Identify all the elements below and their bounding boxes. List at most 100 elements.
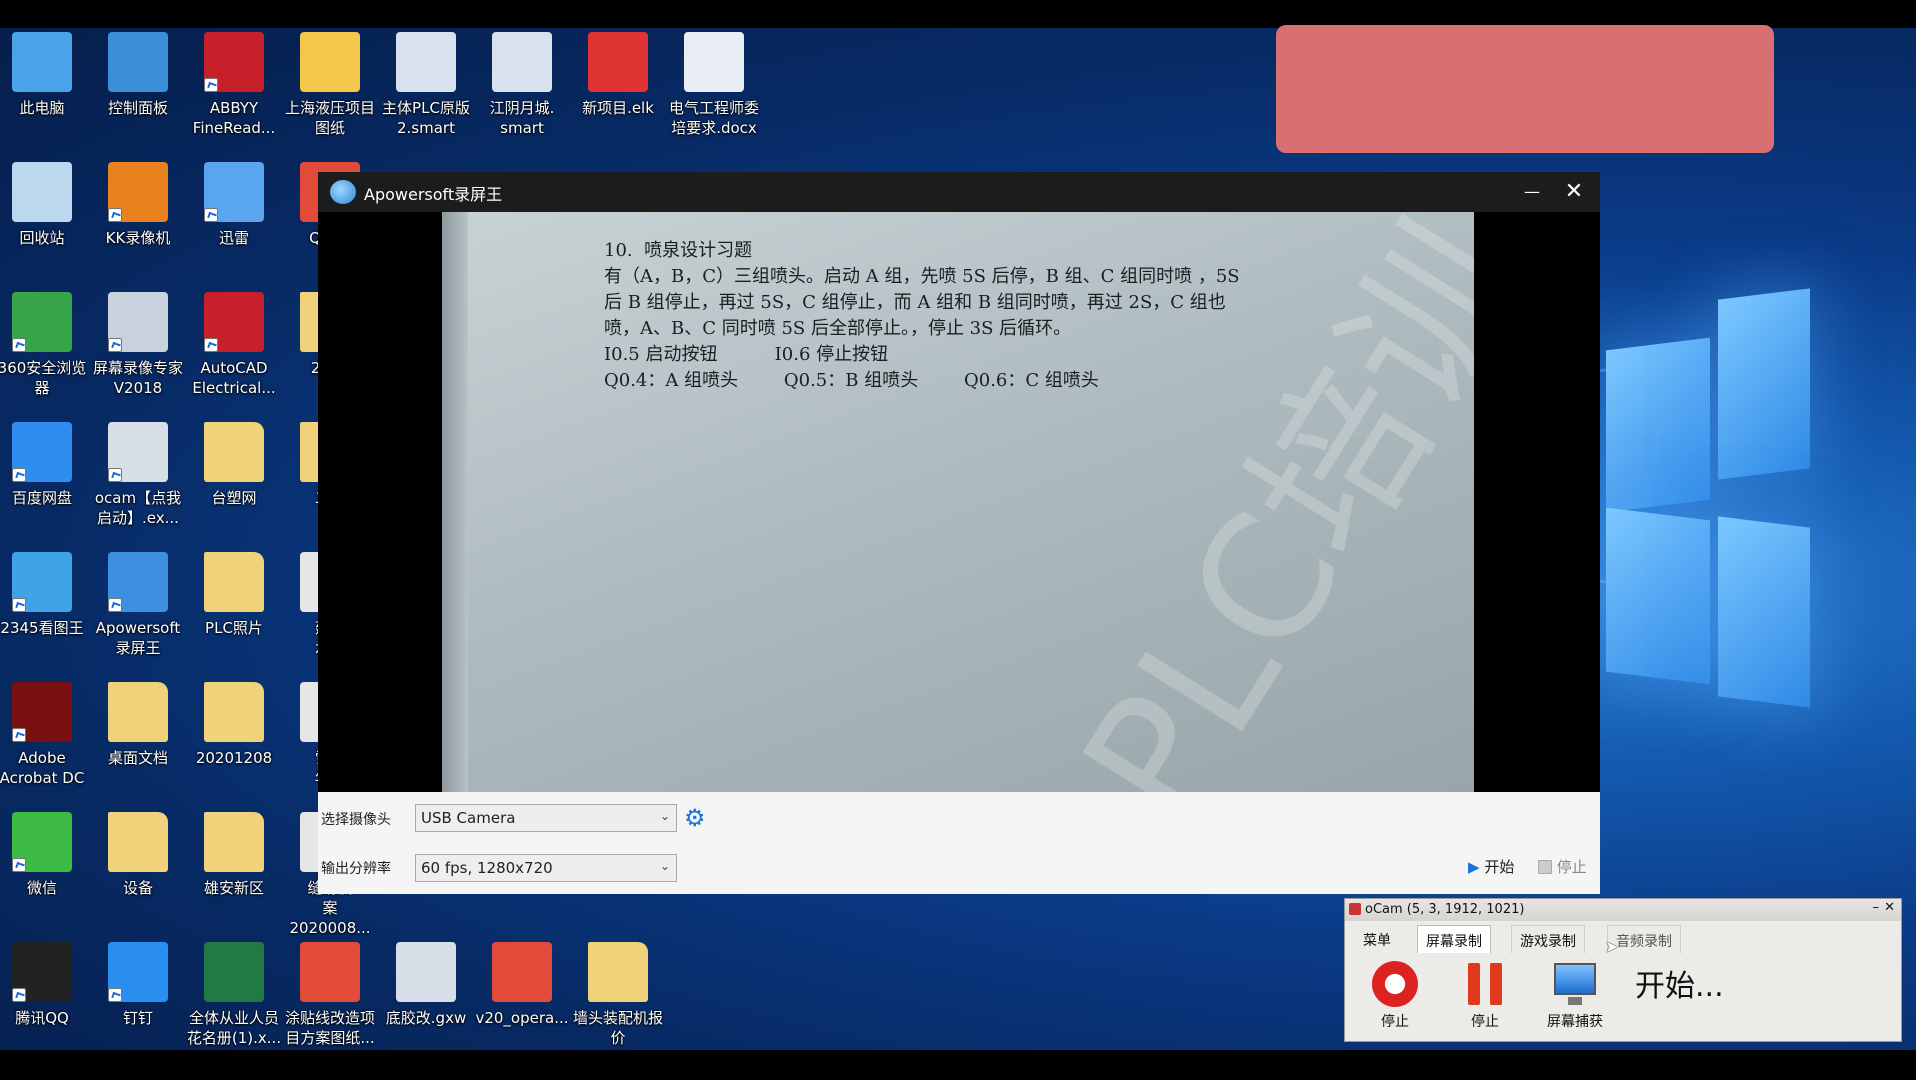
desktop-icon-label: AutoCAD Electrical... <box>192 359 276 397</box>
shortcut-arrow-icon <box>12 598 26 612</box>
desktop-icon[interactable]: 钉钉 <box>90 942 186 1028</box>
paper-edge <box>442 212 468 792</box>
desktop-icon-label: 江阴月城. smart <box>489 99 555 137</box>
desktop-icon[interactable]: 台塑网 <box>186 422 282 508</box>
minimize-button[interactable]: — <box>1516 176 1548 208</box>
recycle-bin-icon <box>12 162 72 222</box>
ocam-exe-icon <box>108 422 168 482</box>
xunlei-icon <box>204 162 264 222</box>
desktop-icon-label: 设备 <box>122 879 153 897</box>
desktop-icon[interactable]: 腾讯QQ <box>0 942 90 1028</box>
desktop-icon[interactable]: Adobe Acrobat DC <box>0 682 90 788</box>
gxw-icon <box>396 942 456 1002</box>
ocam-tabbar: 菜单 屏幕录制 游戏录制 音频录制 ➤ <box>1351 925 1891 956</box>
folder-icon <box>204 682 264 742</box>
screen-recorder-icon <box>108 292 168 352</box>
desktop-icon[interactable]: 百度网盘 <box>0 422 90 508</box>
desktop-icon-label: KK录像机 <box>105 229 171 247</box>
stop-record-button[interactable]: 停止 <box>1357 961 1433 1031</box>
exercise-text: 喷，A、B、C 同时喷 5S 后全部停止。，停止 3S 后循环。 <box>604 318 1072 339</box>
resolution-select-label: 输出分辨率 <box>321 861 391 877</box>
desktop-icon[interactable]: 控制面板 <box>90 32 186 118</box>
resolution-select-value: 60 fps, 1280x720 <box>421 859 553 877</box>
pdf-icon <box>492 942 552 1002</box>
start-button[interactable]: ▶ 开始 <box>1468 856 1514 877</box>
apowersoft-icon <box>108 552 168 612</box>
control-panel-icon <box>108 32 168 92</box>
desktop-icon[interactable]: 桌面文档 <box>90 682 186 768</box>
minimize-button[interactable]: – <box>1873 900 1880 915</box>
exercise-title: 10. 喷泉设计习题 <box>604 240 753 261</box>
shortcut-arrow-icon <box>12 988 26 1002</box>
desktop-icon[interactable]: ocam【点我 启动】.ex... <box>90 422 186 528</box>
desktop-icon[interactable]: AutoCAD Electrical... <box>186 292 282 398</box>
plc-file-icon <box>492 32 552 92</box>
desktop-icon[interactable]: 迅雷 <box>186 162 282 248</box>
desktop-icon[interactable]: Apowersoft 录屏王 <box>90 552 186 658</box>
ocam-logo-icon <box>1349 903 1361 915</box>
image-viewer-icon <box>12 552 72 612</box>
ocam-titlebar[interactable]: oCam (5, 3, 1912, 1021) – ✕ <box>1345 899 1901 921</box>
desktop-icon-label: 此电脑 <box>19 99 65 117</box>
tab-screen-record[interactable]: 屏幕录制 <box>1417 925 1491 953</box>
close-button[interactable]: ✕ <box>1884 900 1895 915</box>
shortcut-arrow-icon <box>108 468 122 482</box>
exercise-io-outputs: Q0.4：A 组喷头 Q0.5：B 组喷头 Q0.6：C 组喷头 <box>604 370 1099 391</box>
desktop-icon[interactable]: ABBYY FineRead... <box>186 32 282 138</box>
pause-label: 停止 <box>1471 1014 1499 1030</box>
desktop-icon[interactable]: 回收站 <box>0 162 90 248</box>
resolution-select[interactable]: 60 fps, 1280x720 ⌄ <box>415 854 677 882</box>
desktop-icon[interactable]: 雄安新区 <box>186 812 282 898</box>
camera-select-value: USB Camera <box>421 809 516 827</box>
gear-icon[interactable]: ⚙ <box>684 804 706 832</box>
folder-icon <box>204 812 264 872</box>
tab-game-record[interactable]: 游戏录制 <box>1511 925 1585 953</box>
shortcut-arrow-icon <box>204 208 218 222</box>
desktop-icon-label: Adobe Acrobat DC <box>0 749 85 787</box>
desktop-icon-label: 电气工程师委 培要求.docx <box>668 99 759 137</box>
pause-button[interactable]: 停止 <box>1447 961 1523 1031</box>
desktop-icon-label: 百度网盘 <box>11 489 72 507</box>
desktop-icon[interactable]: v20_opera... <box>474 942 570 1028</box>
tab-menu[interactable]: 菜单 <box>1355 925 1399 953</box>
desktop-icon[interactable]: 全体从业人员 花名册(1).x... <box>186 942 282 1048</box>
desktop-icon-label: 屏幕录像专家 V2018 <box>92 359 183 397</box>
desktop-icon[interactable]: 底胶改.gxw <box>378 942 474 1028</box>
desktop-icon[interactable]: 电气工程师委 培要求.docx <box>666 32 762 138</box>
desktop-icon-label: ocam【点我 启动】.ex... <box>94 489 182 527</box>
desktop-icon[interactable]: 屏幕录像专家 V2018 <box>90 292 186 398</box>
ocam-window: oCam (5, 3, 1912, 1021) – ✕ 菜单 屏幕录制 游戏录制… <box>1344 898 1902 1042</box>
desktop-icon[interactable]: 上海液压项目 图纸 <box>282 32 378 138</box>
apowersoft-window: Apowersoft录屏王 — ✕ PLC培训 10. 喷泉设计习题 有（A，B… <box>318 172 1600 894</box>
screen-capture-button[interactable]: 屏幕捕获 <box>1537 961 1613 1031</box>
desktop-icon[interactable]: 新项目.elk <box>570 32 666 118</box>
redaction-block <box>1276 25 1774 153</box>
desktop-icon[interactable]: PLC照片 <box>186 552 282 638</box>
desktop-icon[interactable]: 此电脑 <box>0 32 90 118</box>
shortcut-arrow-icon <box>108 988 122 1002</box>
ocam-status: 开始... <box>1635 969 1724 1004</box>
desktop-icon[interactable]: 2345看图王 <box>0 552 90 638</box>
desktop-icon-label: 台塑网 <box>211 489 257 507</box>
desktop-icon-label: 全体从业人员 花名册(1).x... <box>186 1009 282 1047</box>
desktop-icon[interactable]: KK录像机 <box>90 162 186 248</box>
chevron-down-icon: ⌄ <box>659 809 670 823</box>
excel-icon <box>204 942 264 1002</box>
shortcut-arrow-icon <box>12 338 26 352</box>
desktop-icon[interactable]: 设备 <box>90 812 186 898</box>
camera-select-label: 选择摄像头 <box>321 812 391 828</box>
camera-select[interactable]: USB Camera ⌄ <box>415 804 677 832</box>
desktop-icon[interactable]: 20201208 <box>186 682 282 768</box>
desktop-icon[interactable]: 墙头装配机报 价 <box>570 942 666 1048</box>
kk-recorder-icon <box>108 162 168 222</box>
desktop-icon[interactable]: 微信 <box>0 812 90 898</box>
desktop-icon[interactable]: 360安全浏览 器 <box>0 292 90 398</box>
close-button[interactable]: ✕ <box>1558 176 1590 208</box>
desktop-icon[interactable]: 主体PLC原版 2.smart <box>378 32 474 138</box>
stop-button[interactable]: 停止 <box>1538 856 1587 877</box>
abbyy-icon <box>204 32 264 92</box>
desktop-icon[interactable]: 江阴月城. smart <box>474 32 570 138</box>
dingtalk-icon <box>108 942 168 1002</box>
apowersoft-titlebar[interactable]: Apowersoft录屏王 — ✕ <box>318 172 1600 212</box>
desktop-icon[interactable]: 涂贴线改造项 目方案图纸... <box>282 942 378 1048</box>
